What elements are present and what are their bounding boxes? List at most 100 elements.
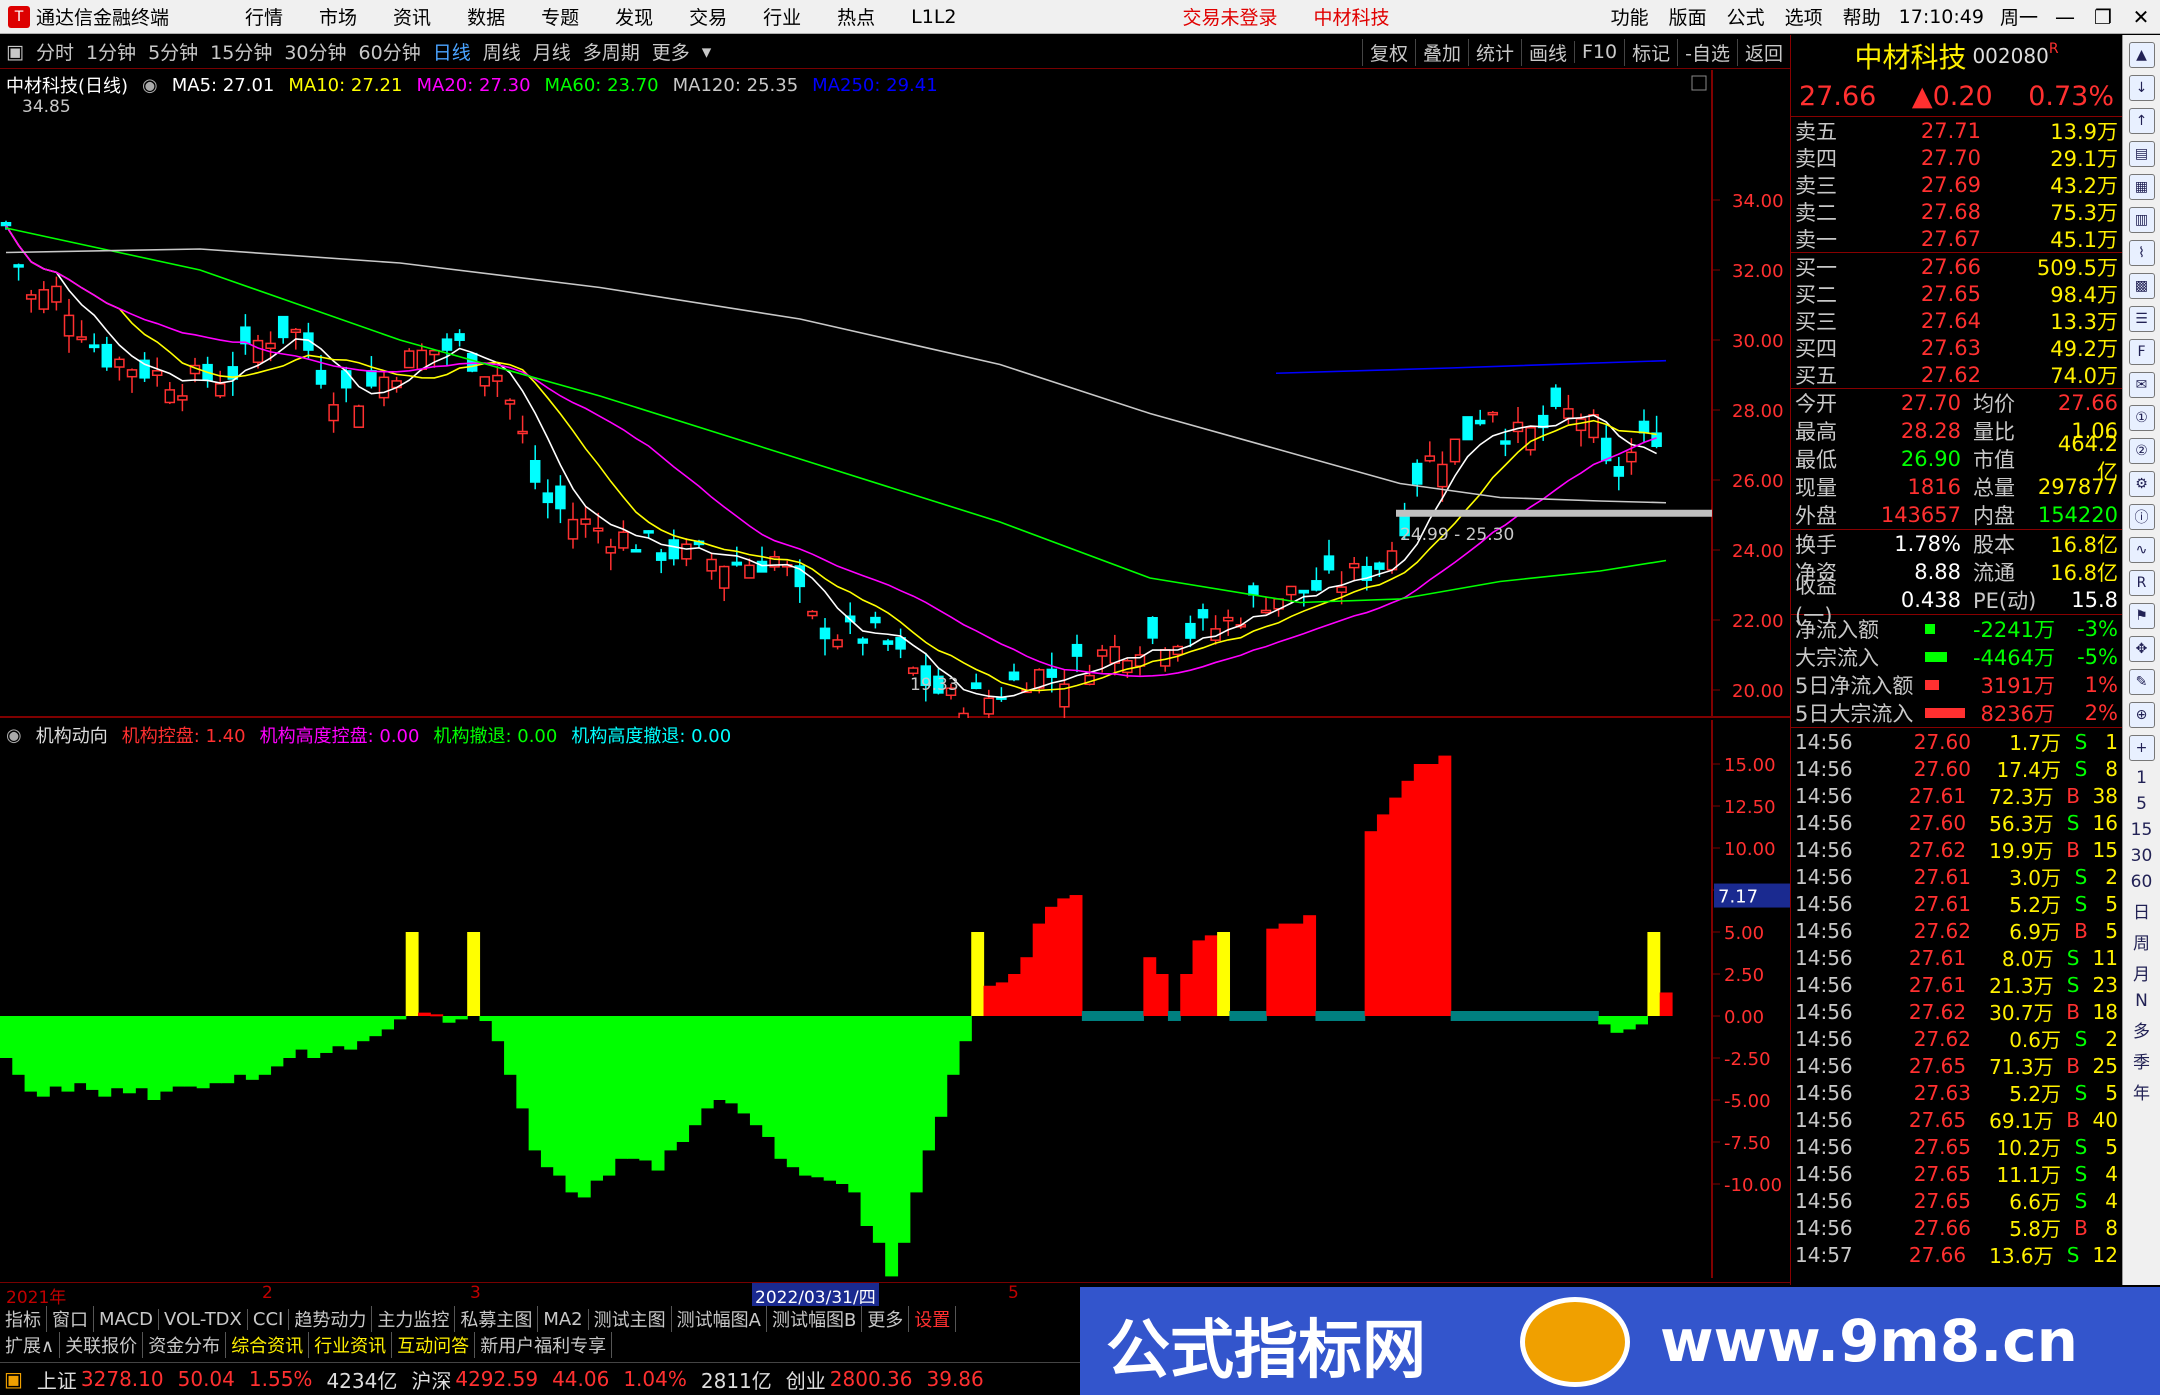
- tab-more[interactable]: 更多: [646, 38, 696, 65]
- menu-layout[interactable]: 版面: [1659, 3, 1717, 30]
- indicator-tab[interactable]: 测试幅图A: [672, 1306, 767, 1332]
- chevron-down-icon[interactable]: ▾: [696, 41, 718, 63]
- info-icon[interactable]: ⓘ: [2128, 504, 2155, 530]
- cy-index-name[interactable]: 创业: [786, 1365, 826, 1394]
- tick-row[interactable]: 14:56 27.65 71.3万 B 25: [1791, 1052, 2122, 1080]
- tick-row[interactable]: 14:56 27.60 56.3万 S 16: [1791, 809, 2122, 837]
- period-button[interactable]: 多: [2127, 1017, 2157, 1042]
- close-icon[interactable]: ✕: [2122, 5, 2160, 29]
- period-button[interactable]: 30: [2127, 846, 2157, 866]
- indicator-tab[interactable]: 主力监控: [372, 1306, 456, 1332]
- list-icon[interactable]: ☰: [2128, 306, 2155, 332]
- indicator-settings-icon[interactable]: ◉: [6, 725, 22, 746]
- indicator-chart[interactable]: 15.0012.5010.007.505.002.500.00-2.50-5.0…: [0, 720, 1790, 1278]
- indicator-tab[interactable]: 设置: [909, 1306, 957, 1332]
- indicator-tab[interactable]: 测试幅图B: [767, 1306, 863, 1332]
- tick-row[interactable]: 14:56 27.65 11.1万 S 4: [1791, 1160, 2122, 1188]
- sz-index-name[interactable]: 沪深: [411, 1365, 451, 1394]
- quote-row[interactable]: 卖二 27.68 75.3万: [1791, 198, 2122, 225]
- menu-discover[interactable]: 发现: [597, 3, 671, 30]
- extension-tab[interactable]: 综合资讯: [226, 1332, 310, 1358]
- extension-tab[interactable]: 行业资讯: [309, 1332, 393, 1358]
- tick-row[interactable]: 14:56 27.61 21.3万 S 23: [1791, 971, 2122, 999]
- f2-icon[interactable]: ②: [2128, 438, 2155, 464]
- menu-industry[interactable]: 行业: [745, 3, 819, 30]
- quote-row[interactable]: 买三 27.64 13.3万: [1791, 307, 2122, 334]
- menu-options[interactable]: 选项: [1775, 3, 1833, 30]
- tick-row[interactable]: 14:56 27.62 6.9万 B 5: [1791, 917, 2122, 945]
- overlay-button[interactable]: 叠加: [1414, 38, 1468, 66]
- extension-tab[interactable]: 关联报价: [60, 1332, 144, 1358]
- indicator-tab[interactable]: 测试主图: [589, 1306, 672, 1332]
- watchlist-button[interactable]: -自选: [1677, 38, 1737, 66]
- extension-tab[interactable]: 扩展∧: [0, 1332, 61, 1358]
- f1-icon[interactable]: ①: [2128, 405, 2155, 431]
- tick-row[interactable]: 14:56 27.62 30.7万 B 18: [1791, 998, 2122, 1026]
- tab-timeshare[interactable]: 分时: [30, 38, 80, 65]
- quote-row[interactable]: 买一 27.66 509.5万: [1791, 253, 2122, 280]
- period-button[interactable]: 5: [2127, 794, 2157, 814]
- restore-rights-button[interactable]: 复权: [1361, 38, 1415, 66]
- period-button[interactable]: 月: [2127, 960, 2157, 985]
- sidebar-toggle-icon[interactable]: ▣: [0, 41, 30, 63]
- tick-row[interactable]: 14:56 27.61 8.0万 S 11: [1791, 944, 2122, 972]
- period-button[interactable]: 60: [2127, 872, 2157, 892]
- quote-row[interactable]: 买五 27.62 74.0万: [1791, 361, 2122, 388]
- menu-formula[interactable]: 公式: [1717, 3, 1775, 30]
- menu-market[interactable]: 市场: [301, 3, 375, 30]
- tick-row[interactable]: 14:56 27.65 10.2万 S 5: [1791, 1133, 2122, 1161]
- tick-row[interactable]: 14:56 27.61 72.3万 B 38: [1791, 782, 2122, 810]
- menu-topics[interactable]: 专题: [523, 3, 597, 30]
- tab-15min[interactable]: 15分钟: [204, 38, 278, 65]
- plus-icon[interactable]: +: [2128, 735, 2155, 761]
- tab-5min[interactable]: 5分钟: [142, 38, 204, 65]
- candlestick-chart[interactable]: 34.00 32.00 30.00 28.00 26.00 24.00 22.00 20.00…: [0, 70, 1790, 718]
- wave-icon[interactable]: ∿: [2128, 537, 2155, 563]
- zoom-icon[interactable]: ⊕: [2128, 702, 2155, 728]
- stats-button[interactable]: 统计: [1467, 38, 1521, 66]
- arrow-up-icon[interactable]: ↑: [2128, 108, 2155, 134]
- indicator-tab[interactable]: CCI: [248, 1308, 290, 1330]
- chart-icon[interactable]: ▤: [2128, 141, 2155, 167]
- tab-daily[interactable]: 日线: [427, 38, 477, 65]
- menu-data[interactable]: 数据: [449, 3, 523, 30]
- status-menu-icon[interactable]: ▣: [4, 1367, 23, 1391]
- back-button[interactable]: 返回: [1736, 38, 1790, 66]
- indicator-tab[interactable]: MA2: [538, 1308, 589, 1330]
- bar-icon[interactable]: ▥: [2128, 207, 2155, 233]
- tick-row[interactable]: 14:56 27.60 17.4万 S 8: [1791, 755, 2122, 783]
- quote-row[interactable]: 卖三 27.69 43.2万: [1791, 171, 2122, 198]
- tab-60min[interactable]: 60分钟: [353, 38, 427, 65]
- menu-trade[interactable]: 交易: [671, 3, 745, 30]
- period-button[interactable]: 季: [2127, 1048, 2157, 1073]
- indicator-tab[interactable]: 趋势动力: [289, 1306, 373, 1332]
- indicator-tab[interactable]: 指标: [0, 1306, 47, 1332]
- tab-monthly[interactable]: 月线: [527, 38, 577, 65]
- tab-30min[interactable]: 30分钟: [278, 38, 352, 65]
- f10-icon[interactable]: F: [2128, 339, 2155, 365]
- menu-quotes[interactable]: 行情: [227, 3, 301, 30]
- tick-list[interactable]: 14:56 27.60 1.7万 S 1 14:56 27.60 17.4万 S 8 14:56 27…: [1791, 728, 2122, 1269]
- tick-row[interactable]: 14:56 27.62 19.9万 B 15: [1791, 836, 2122, 864]
- period-button[interactable]: N: [2127, 991, 2157, 1011]
- tick-row[interactable]: 14:57 27.66 13.6万 S 12: [1791, 1241, 2122, 1269]
- tab-multi-period[interactable]: 多周期: [577, 38, 646, 65]
- flag-icon[interactable]: ⚑: [2128, 603, 2155, 629]
- period-button[interactable]: 年: [2127, 1079, 2157, 1104]
- quote-row[interactable]: 卖一 27.67 45.1万: [1791, 225, 2122, 252]
- extension-tab[interactable]: 新用户福利专享: [475, 1332, 613, 1358]
- table-icon[interactable]: ▦: [2128, 174, 2155, 200]
- arrow-down-icon[interactable]: ↓: [2128, 75, 2155, 101]
- tick-row[interactable]: 14:56 27.62 0.6万 S 2: [1791, 1025, 2122, 1053]
- pen-icon[interactable]: ✎: [2128, 669, 2155, 695]
- menu-help[interactable]: 帮助: [1833, 3, 1891, 30]
- tick-row[interactable]: 14:56 27.61 3.0万 S 2: [1791, 863, 2122, 891]
- extension-tab[interactable]: 资金分布: [143, 1332, 227, 1358]
- tick-row[interactable]: 14:56 27.63 5.2万 S 5: [1791, 1079, 2122, 1107]
- line-icon[interactable]: ⌇: [2128, 240, 2155, 266]
- quote-row[interactable]: 买二 27.65 98.4万: [1791, 280, 2122, 307]
- restore-icon[interactable]: ❐: [2084, 5, 2122, 29]
- menu-l1l2[interactable]: L1L2: [893, 6, 974, 28]
- tick-row[interactable]: 14:56 27.61 5.2万 S 5: [1791, 890, 2122, 918]
- tick-row[interactable]: 14:56 27.65 6.6万 S 4: [1791, 1187, 2122, 1215]
